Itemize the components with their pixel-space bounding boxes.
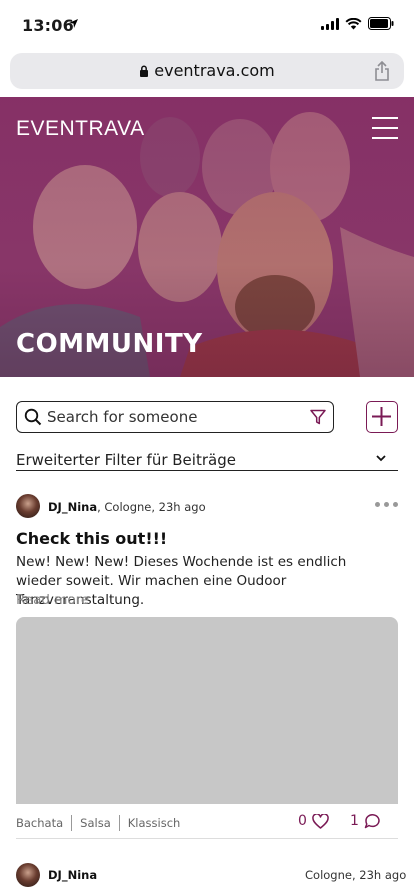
comment-count: 1: [350, 813, 359, 829]
like-count: 0: [298, 813, 307, 829]
hero-banner: EVENTRAVA COMMUNITY: [0, 97, 414, 377]
page-title: COMMUNITY: [16, 329, 203, 359]
comment-bubble-icon: [364, 814, 380, 829]
url-text: eventrava.com: [154, 61, 275, 80]
filter-icon[interactable]: [309, 408, 327, 426]
tag-divider: [118, 815, 120, 831]
advanced-filter-dropdown[interactable]: Erweiterter Filter für Beiträge: [16, 449, 398, 471]
read-more-link[interactable]: Read more: [16, 592, 89, 608]
status-icons: [321, 17, 394, 30]
like-button[interactable]: 0: [298, 813, 329, 829]
hamburger-menu-icon[interactable]: [372, 117, 398, 139]
tag[interactable]: Bachata: [16, 816, 63, 830]
cellular-signal-icon: [321, 17, 339, 30]
post-author[interactable]: DJ_Nina: [48, 500, 97, 514]
status-time: 13:06: [22, 16, 74, 35]
tag[interactable]: Klassisch: [128, 816, 181, 830]
search-input[interactable]: [47, 406, 297, 428]
heart-icon: [312, 813, 329, 829]
tag[interactable]: Salsa: [80, 816, 111, 830]
post-title: Check this out!!!: [16, 529, 168, 548]
address-bar[interactable]: eventrava.com: [10, 53, 404, 89]
post-image[interactable]: [16, 617, 398, 804]
lock-icon: [140, 65, 149, 77]
tag-divider: [71, 815, 73, 831]
avatar[interactable]: [16, 863, 40, 887]
location-arrow-icon: [69, 19, 78, 28]
add-post-button[interactable]: [366, 401, 398, 433]
status-bar: 13:06: [0, 0, 414, 50]
battery-icon: [368, 17, 394, 30]
post-location-time: Cologne, 23h ago: [305, 868, 407, 882]
search-box[interactable]: [16, 401, 334, 433]
url-display[interactable]: eventrava.com: [10, 61, 404, 80]
post-divider: [16, 838, 398, 839]
more-options-icon[interactable]: [375, 502, 398, 507]
eventrava-logo[interactable]: EVENTRAVA: [16, 117, 145, 141]
avatar[interactable]: [16, 494, 40, 518]
post-author-meta: DJ_Nina, Cologne, 23h ago: [48, 500, 206, 514]
post-location-time: , Cologne, 23h ago: [97, 500, 206, 514]
post-author[interactable]: DJ_Nina: [48, 868, 97, 882]
advanced-filter-label: Erweiterter Filter für Beiträge: [16, 451, 236, 469]
plus-icon: [372, 407, 391, 426]
share-icon[interactable]: [374, 61, 390, 81]
comment-button[interactable]: 1: [350, 813, 381, 829]
search-icon: [24, 408, 42, 426]
chevron-down-icon: [376, 455, 386, 462]
post-tags: Bachata Salsa Klassisch: [16, 815, 180, 831]
wifi-icon: [345, 17, 362, 29]
